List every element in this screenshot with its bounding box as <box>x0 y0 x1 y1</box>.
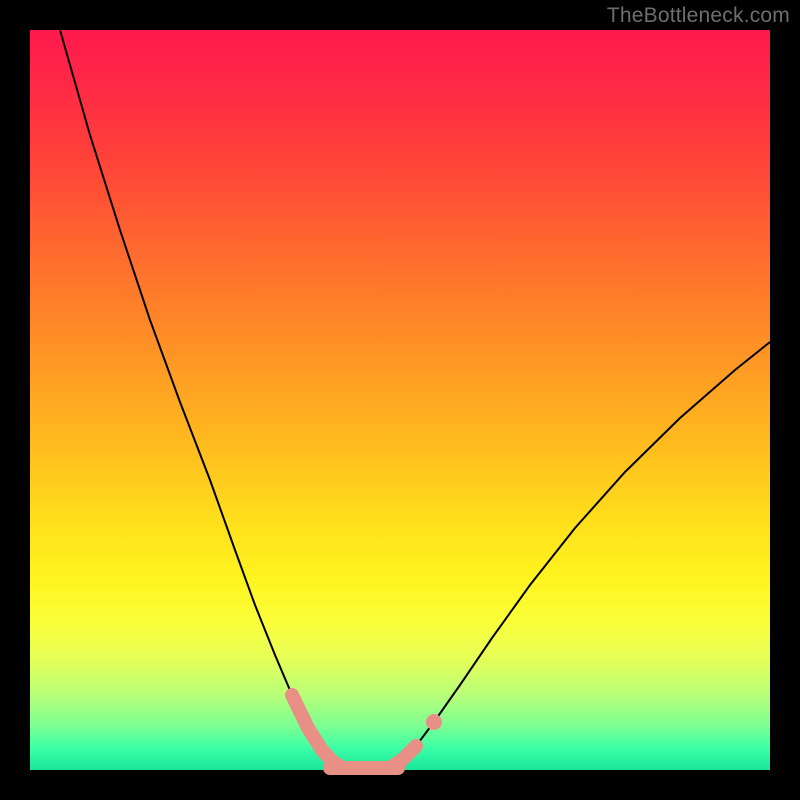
chart-canvas <box>30 30 770 770</box>
chart-frame: TheBottleneck.com <box>0 0 800 800</box>
marker-left-segment <box>292 695 343 768</box>
curve-left <box>60 30 343 768</box>
curve-right <box>390 342 770 768</box>
marker-right-dot <box>426 714 442 730</box>
watermark-text: TheBottleneck.com <box>607 4 790 28</box>
marker-right-segment <box>390 746 416 768</box>
